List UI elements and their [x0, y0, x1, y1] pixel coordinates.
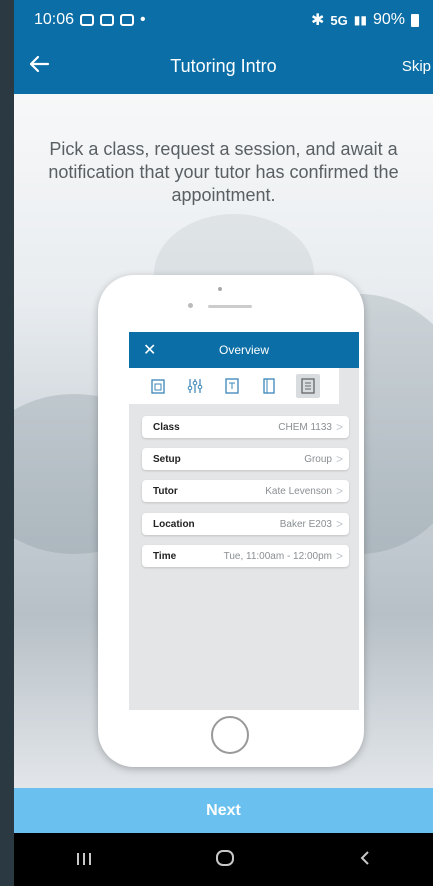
sensor-dot — [188, 303, 193, 308]
page-title: Tutoring Intro — [170, 56, 277, 76]
list-item: Class CHEM 1133 > — [142, 416, 349, 438]
recent-apps-icon — [77, 852, 92, 865]
row-label: Tutor — [153, 485, 178, 497]
app-bar: Tutoring Intro Skip — [14, 40, 433, 94]
row-label: Location — [153, 518, 195, 530]
list-item: Time Tue, 11:00am - 12:00pm > — [142, 545, 349, 567]
chevron-right-icon: > — [335, 549, 343, 563]
row-label: Time — [153, 550, 177, 562]
speaker-slot — [208, 305, 252, 308]
notebook-icon — [259, 376, 279, 396]
skip-button[interactable]: Skip — [402, 58, 431, 75]
chevron-right-icon: > — [335, 420, 343, 434]
next-button[interactable]: Next — [14, 788, 433, 833]
chevron-right-icon: > — [335, 452, 343, 466]
list-item: Setup Group > — [142, 448, 349, 470]
camera-dot — [218, 287, 222, 291]
intro-text: Pick a class, request a session, and awa… — [48, 139, 399, 205]
row-value: CHEM 1133 — [278, 421, 332, 433]
row-label: Setup — [153, 453, 181, 465]
overview-title: Overview — [218, 343, 269, 357]
calendar-icon — [148, 376, 168, 396]
list-icon — [296, 374, 321, 398]
chevron-left-icon — [360, 850, 369, 865]
system-nav-bar — [14, 833, 433, 886]
dot-icon: • — [140, 11, 146, 28]
network-label: 5G — [330, 12, 348, 28]
list-item: Tutor Kate Levenson > — [142, 480, 349, 502]
sliders-icon — [185, 376, 205, 396]
mockup-screen: ✕ Overview Class CHEM 1133 > Setup Group… — [129, 332, 359, 710]
home-button-mockup — [211, 716, 249, 754]
battery-icon — [411, 13, 419, 27]
row-label: Class — [153, 421, 180, 433]
notification-icon — [120, 14, 135, 26]
chevron-right-icon: > — [335, 484, 343, 498]
app-screen: 10:06 • ✱ 5G ▮▮ 90% Tutoring Intro Skip … — [14, 0, 433, 886]
home-icon — [216, 849, 235, 866]
bluetooth-icon: ✱ — [311, 12, 325, 29]
document-icon — [222, 376, 242, 396]
battery-label: 90% — [372, 11, 405, 28]
list-item: Location Baker E203 > — [142, 513, 349, 535]
recent-apps-button[interactable] — [74, 847, 94, 873]
row-value: Baker E203 — [279, 518, 332, 530]
status-bar: 10:06 • ✱ 5G ▮▮ 90% — [14, 0, 433, 40]
overview-bar: ✕ Overview — [129, 332, 359, 368]
phone-mockup: ✕ Overview Class CHEM 1133 > Setup Group… — [98, 275, 364, 767]
chevron-right-icon: > — [335, 517, 343, 531]
notification-icon — [80, 14, 95, 26]
row-value: Group — [304, 453, 332, 465]
row-value: Tue, 11:00am - 12:00pm — [223, 550, 332, 562]
home-button[interactable] — [214, 847, 236, 873]
mockup-tabs — [129, 368, 339, 404]
status-time: 10:06 — [34, 11, 75, 28]
notification-icon — [100, 14, 115, 26]
back-nav-button[interactable] — [357, 847, 373, 873]
signal-icon: ▮▮ — [353, 13, 367, 27]
row-value: Kate Levenson — [265, 485, 332, 497]
